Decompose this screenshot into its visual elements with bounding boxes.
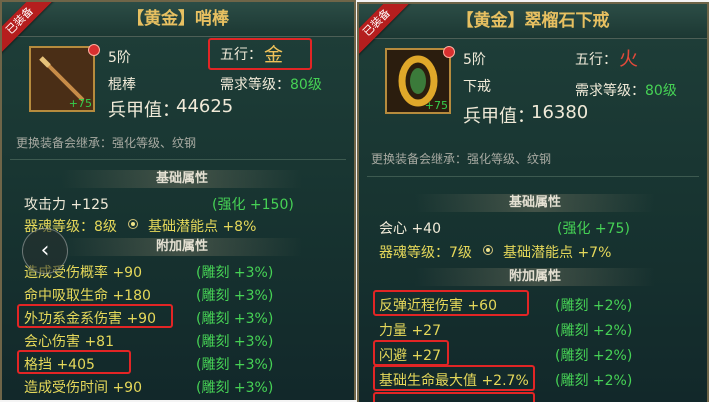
enhance-level: +75 [68,97,92,110]
item-tooltip-left: 【黄金】哨棒 已装备 +75 5阶 棍棒 兵甲值： 44625 五行： 金 需求… [0,0,356,400]
base-attr-header: 基础属性 [415,194,655,212]
red-dot-indicator [443,46,455,58]
req-level-value: 80级 [645,83,677,99]
inherit-note: 更换装备会继承：强化等级、纹钢 [371,152,552,166]
base-attr-header: 基础属性 [62,170,302,188]
radio-icon [128,219,138,229]
element-label: 五行： [575,52,617,68]
req-level-label: 需求等级： [575,83,645,99]
element-value: 火 [619,48,639,70]
red-dot-indicator [88,44,100,56]
item-icon-staff[interactable]: +75 [29,46,95,112]
power-label: 兵甲值： [108,100,180,121]
radio-icon [483,245,493,255]
stat-highlight [373,392,535,402]
element-label: 五行： [220,47,262,63]
item-icon-ring[interactable]: +75 [385,48,451,114]
item-tier: 5阶 [463,52,486,68]
item-tooltip-right: 【黄金】翠榴石下戒 已装备 +75 5阶 下戒 兵甲值： 16380 五行： 火… [357,2,709,402]
power-value: 16380 [531,102,589,123]
power-value: 44625 [176,96,234,117]
item-title: 【黄金】哨棒 [2,2,354,37]
element-value: 金 [264,44,284,66]
req-level-value: 80级 [290,77,322,93]
item-title: 【黄金】翠榴石下戒 [359,4,707,39]
enhance-level: +75 [424,99,448,112]
divider [10,159,346,160]
extra-attr-header: 附加属性 [62,238,302,256]
inherit-note: 更换装备会继承：强化等级、纹钢 [16,136,197,150]
divider [367,176,699,177]
item-type: 下戒 [463,79,491,95]
item-type: 棍棒 [108,77,136,93]
item-tier: 5阶 [108,50,131,66]
power-label: 兵甲值： [463,106,535,127]
req-level-label: 需求等级： [220,77,290,93]
extra-attr-header: 附加属性 [415,268,655,286]
prev-arrow-button[interactable]: ‹ [22,228,68,274]
